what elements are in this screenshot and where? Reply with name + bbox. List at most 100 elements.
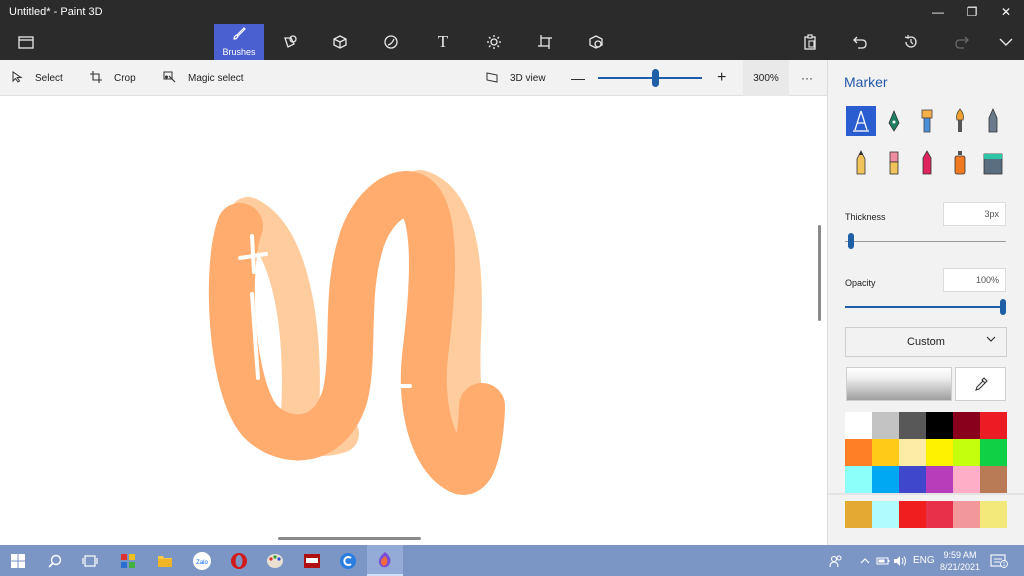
windows-start-icon[interactable] bbox=[0, 545, 36, 576]
stickers-icon[interactable] bbox=[371, 24, 411, 60]
search-icon[interactable] bbox=[37, 545, 73, 576]
eyedropper-icon[interactable] bbox=[955, 367, 1006, 401]
battery-icon[interactable] bbox=[876, 545, 890, 576]
brush-icon bbox=[232, 27, 246, 46]
zoom-value[interactable]: 300% bbox=[743, 60, 789, 96]
thickness-slider-track[interactable] bbox=[845, 241, 1006, 242]
zoom-in-button[interactable]: + bbox=[717, 60, 726, 96]
thickness-slider-thumb[interactable] bbox=[848, 233, 855, 249]
zalo-icon[interactable]: Zalo bbox=[184, 545, 220, 576]
volume-icon[interactable] bbox=[893, 545, 907, 576]
custom-color-swatch[interactable] bbox=[872, 501, 899, 528]
canvas-drawing bbox=[208, 170, 505, 495]
color-swatch[interactable] bbox=[980, 466, 1007, 493]
color-swatch[interactable] bbox=[926, 466, 953, 493]
zoom-slider-track[interactable] bbox=[598, 77, 702, 79]
drawing-canvas[interactable] bbox=[0, 96, 827, 545]
game-app-icon[interactable] bbox=[294, 545, 330, 576]
thickness-input[interactable]: 3px bbox=[943, 202, 1006, 226]
eraser-icon[interactable] bbox=[879, 148, 909, 178]
expand-ribbon-chevron-icon[interactable] bbox=[986, 24, 1024, 60]
3d-shapes-icon[interactable] bbox=[320, 24, 360, 60]
color-preview[interactable] bbox=[846, 367, 952, 401]
color-swatch[interactable] bbox=[953, 466, 980, 493]
color-swatch[interactable] bbox=[953, 439, 980, 466]
custom-color-swatch[interactable] bbox=[980, 501, 1007, 528]
undo-icon[interactable] bbox=[840, 24, 880, 60]
custom-color-swatch[interactable] bbox=[926, 501, 953, 528]
paint-palette-icon[interactable] bbox=[257, 545, 293, 576]
color-swatch[interactable] bbox=[845, 466, 872, 493]
magic-select-icon bbox=[163, 71, 176, 86]
color-swatch[interactable] bbox=[872, 466, 899, 493]
taskbar-clock[interactable]: 9:59 AM 8/21/2021 bbox=[936, 549, 984, 573]
color-swatch[interactable] bbox=[926, 412, 953, 439]
2d-shapes-icon[interactable] bbox=[270, 24, 310, 60]
close-button[interactable]: ✕ bbox=[989, 0, 1023, 24]
color-swatch[interactable] bbox=[899, 439, 926, 466]
color-swatch[interactable] bbox=[872, 439, 899, 466]
spray-can-icon[interactable] bbox=[945, 148, 975, 178]
vertical-scrollbar[interactable] bbox=[818, 225, 821, 321]
pencil-icon[interactable] bbox=[846, 148, 876, 178]
color-mode-dropdown[interactable]: Custom bbox=[845, 327, 1007, 357]
maximize-button[interactable]: ❐ bbox=[955, 0, 989, 24]
coccoc-browser-icon[interactable] bbox=[330, 545, 366, 576]
color-swatch[interactable] bbox=[926, 439, 953, 466]
crayon-icon[interactable] bbox=[912, 148, 942, 178]
canvas-icon[interactable] bbox=[525, 24, 565, 60]
paste-icon[interactable] bbox=[790, 24, 830, 60]
select-button[interactable]: Select bbox=[12, 60, 63, 96]
watercolor-brush-icon[interactable] bbox=[945, 106, 975, 136]
opera-icon[interactable] bbox=[221, 545, 257, 576]
color-swatch[interactable] bbox=[845, 412, 872, 439]
zoom-slider-thumb[interactable] bbox=[652, 69, 659, 87]
marker-brush-icon[interactable] bbox=[846, 106, 876, 136]
menu-folder-icon[interactable] bbox=[6, 24, 46, 60]
text-icon[interactable]: T bbox=[423, 24, 463, 60]
color-swatch[interactable] bbox=[953, 412, 980, 439]
crop-button[interactable]: Crop bbox=[90, 60, 136, 96]
opacity-label: Opacity bbox=[845, 278, 876, 288]
color-swatch[interactable] bbox=[845, 439, 872, 466]
tool-options-bar: Select Crop Magic select 3D view — + 300… bbox=[0, 60, 827, 96]
history-icon[interactable] bbox=[891, 24, 931, 60]
opacity-slider-thumb[interactable] bbox=[1000, 299, 1006, 315]
pixel-pen-icon[interactable] bbox=[978, 106, 1008, 136]
magic-select-button[interactable]: Magic select bbox=[163, 60, 244, 96]
more-options-button[interactable]: ··· bbox=[801, 60, 813, 96]
effects-icon[interactable] bbox=[474, 24, 514, 60]
custom-color-palette bbox=[845, 501, 1007, 528]
oil-brush-icon[interactable] bbox=[912, 106, 942, 136]
notification-icon[interactable]: 1 bbox=[990, 545, 1008, 576]
custom-color-swatch[interactable] bbox=[899, 501, 926, 528]
minimize-button[interactable]: — bbox=[921, 0, 955, 24]
fill-bucket-icon[interactable] bbox=[978, 148, 1008, 178]
file-explorer-icon[interactable] bbox=[147, 545, 183, 576]
paint3d-taskbar-icon[interactable] bbox=[367, 545, 403, 576]
3d-library-icon[interactable] bbox=[576, 24, 616, 60]
calligraphy-pen-icon[interactable] bbox=[879, 106, 909, 136]
opacity-input[interactable]: 100% bbox=[943, 268, 1006, 292]
thickness-label: Thickness bbox=[845, 212, 886, 222]
horizontal-scrollbar[interactable] bbox=[278, 537, 421, 540]
input-language[interactable]: ENG bbox=[913, 545, 935, 576]
magic-select-label: Magic select bbox=[188, 72, 244, 84]
color-swatch[interactable] bbox=[980, 439, 1007, 466]
color-swatch[interactable] bbox=[899, 412, 926, 439]
color-swatch[interactable] bbox=[872, 412, 899, 439]
custom-color-swatch[interactable] bbox=[845, 501, 872, 528]
zoom-out-button[interactable]: — bbox=[571, 60, 585, 96]
zalo-icon-text: Zalo bbox=[196, 560, 208, 566]
people-icon[interactable] bbox=[829, 545, 843, 576]
custom-color-swatch[interactable] bbox=[953, 501, 980, 528]
chevron-up-icon[interactable] bbox=[860, 545, 870, 576]
color-swatch[interactable] bbox=[980, 412, 1007, 439]
app-grid-icon[interactable] bbox=[110, 545, 146, 576]
opacity-slider-fill[interactable] bbox=[845, 306, 1006, 308]
3d-view-button[interactable]: 3D view bbox=[486, 60, 546, 96]
redo-icon[interactable] bbox=[942, 24, 982, 60]
color-swatch[interactable] bbox=[899, 466, 926, 493]
brushes-tab[interactable]: Brushes bbox=[214, 24, 264, 60]
task-view-icon[interactable] bbox=[72, 545, 108, 576]
